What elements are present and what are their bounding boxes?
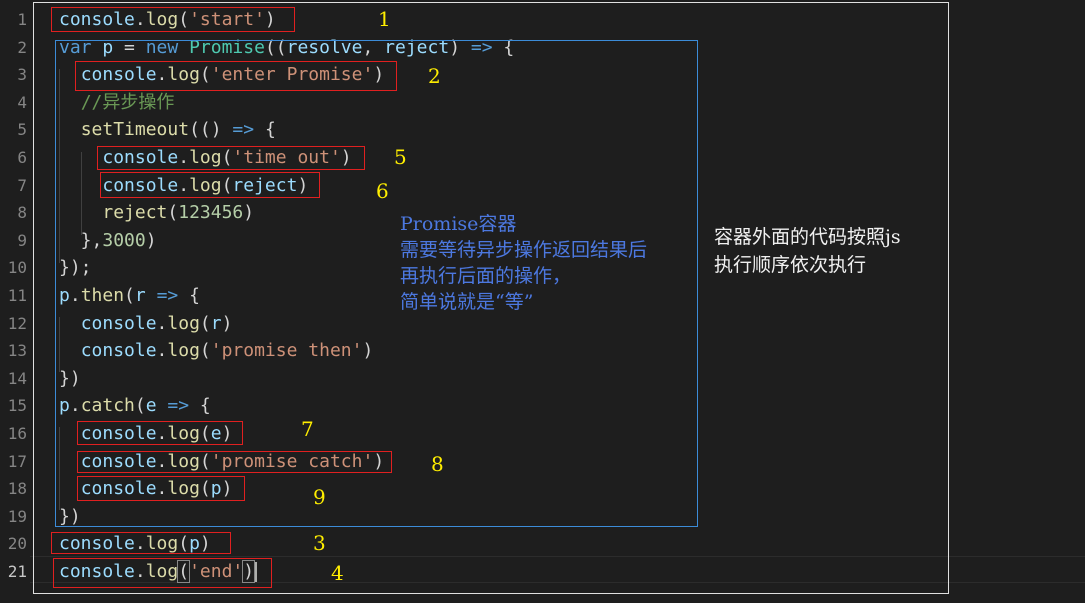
line-number: 21 bbox=[7, 562, 27, 581]
highlight-box-time-out bbox=[97, 146, 365, 170]
line-number: 12 bbox=[7, 313, 27, 333]
order-label: 1 bbox=[378, 7, 391, 31]
line-number: 1 bbox=[17, 10, 27, 29]
line-number: 9 bbox=[17, 230, 27, 250]
order-label: 3 bbox=[313, 531, 326, 555]
order-label: 4 bbox=[331, 561, 344, 585]
line-number: 13 bbox=[7, 341, 27, 361]
highlight-box-end bbox=[53, 558, 272, 588]
highlight-box-log-p-inner bbox=[77, 476, 245, 501]
promise-container-note: Promise容器 需要等待异步操作返回结果后 再执行后面的操作， 简单说就是“… bbox=[400, 213, 648, 313]
line-number: 8 bbox=[17, 203, 27, 223]
order-label: 8 bbox=[431, 452, 444, 476]
line-number: 2 bbox=[17, 37, 27, 57]
line-number: 17 bbox=[7, 451, 27, 471]
highlight-box-log-p-outer bbox=[51, 532, 231, 554]
order-label: 2 bbox=[428, 64, 441, 88]
line-number: 11 bbox=[7, 286, 27, 305]
order-label: 5 bbox=[394, 145, 407, 169]
line-number: 7 bbox=[17, 175, 27, 195]
line-number: 19 bbox=[7, 506, 27, 526]
order-label: 6 bbox=[376, 179, 389, 203]
order-label: 9 bbox=[313, 485, 326, 509]
line-number: 6 bbox=[17, 148, 27, 167]
line-number: 16 bbox=[7, 424, 27, 443]
highlight-box-start bbox=[51, 7, 295, 32]
line-number: 5 bbox=[17, 120, 27, 140]
line-number: 18 bbox=[7, 479, 27, 499]
line-number: 14 bbox=[7, 368, 27, 388]
line-number: 4 bbox=[17, 92, 27, 112]
order-label: 7 bbox=[301, 417, 314, 441]
line-number: 10 bbox=[7, 258, 27, 278]
highlight-box-log-reject bbox=[100, 172, 320, 198]
line-number: 3 bbox=[17, 65, 27, 85]
highlight-box-promise-catch bbox=[77, 451, 392, 473]
outside-code-note: 容器外面的代码按照js 执行顺序依次执行 bbox=[714, 226, 901, 276]
line-number: 20 bbox=[7, 534, 27, 554]
highlight-box-enter-promise bbox=[75, 61, 397, 91]
line-number: 15 bbox=[7, 396, 27, 416]
highlight-box-log-e bbox=[77, 421, 243, 445]
